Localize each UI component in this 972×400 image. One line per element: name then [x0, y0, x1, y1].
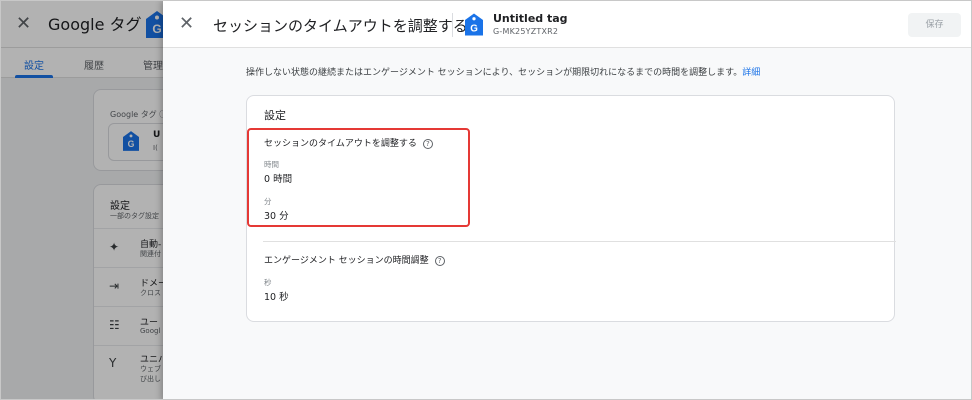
session-timeout-label-text: セッションのタイムアウトを調整する	[264, 139, 417, 149]
tag-id: G-MK25YZTXR2	[493, 27, 559, 36]
panel-description: 操作しない状態の継続またはエンゲージメント セッションにより、セッションが期限切…	[246, 65, 760, 78]
seconds-label: 秒	[264, 278, 272, 287]
google-tag-icon: G	[465, 13, 483, 36]
description-text: 操作しない状態の継続またはエンゲージメント セッションにより、セッションが期限切…	[246, 68, 743, 78]
tag-name: Untitled tag	[493, 12, 568, 25]
save-button[interactable]: 保存	[908, 13, 961, 37]
card-title: 設定	[264, 109, 286, 122]
screenshot-frame: ✕ Google タグ G 設定 履歴 管理 Google タグ ⓘ G U I…	[0, 0, 972, 400]
card-divider	[263, 241, 896, 242]
hours-label: 時間	[264, 160, 279, 169]
help-icon[interactable]: ?	[422, 138, 433, 149]
settings-card: 設定 セッションのタイムアウトを調整する? 時間 0 時間 分 30 分 エンゲ…	[246, 95, 896, 322]
minutes-field[interactable]: 30 分	[264, 208, 289, 222]
svg-text:G: G	[470, 23, 478, 34]
panel-title: セッションのタイムアウトを調整する	[213, 17, 468, 35]
engaged-session-label: エンゲージメント セッションの時間調整?	[264, 253, 445, 266]
learn-more-link[interactable]: 詳細	[742, 68, 760, 78]
help-icon[interactable]: ?	[434, 255, 445, 266]
close-icon[interactable]: ✕	[179, 14, 194, 34]
minutes-label: 分	[264, 197, 272, 206]
hours-field[interactable]: 0 時間	[264, 171, 292, 185]
engaged-session-label-text: エンゲージメント セッションの時間調整	[264, 256, 429, 266]
header-divider	[452, 13, 453, 37]
session-timeout-label: セッションのタイムアウトを調整する?	[264, 136, 433, 149]
panel-header: ✕ セッションのタイムアウトを調整する G Untitled tag G-MK2…	[163, 1, 971, 48]
session-timeout-panel: ✕ セッションのタイムアウトを調整する G Untitled tag G-MK2…	[163, 1, 971, 399]
seconds-field[interactable]: 10 秒	[264, 289, 289, 303]
